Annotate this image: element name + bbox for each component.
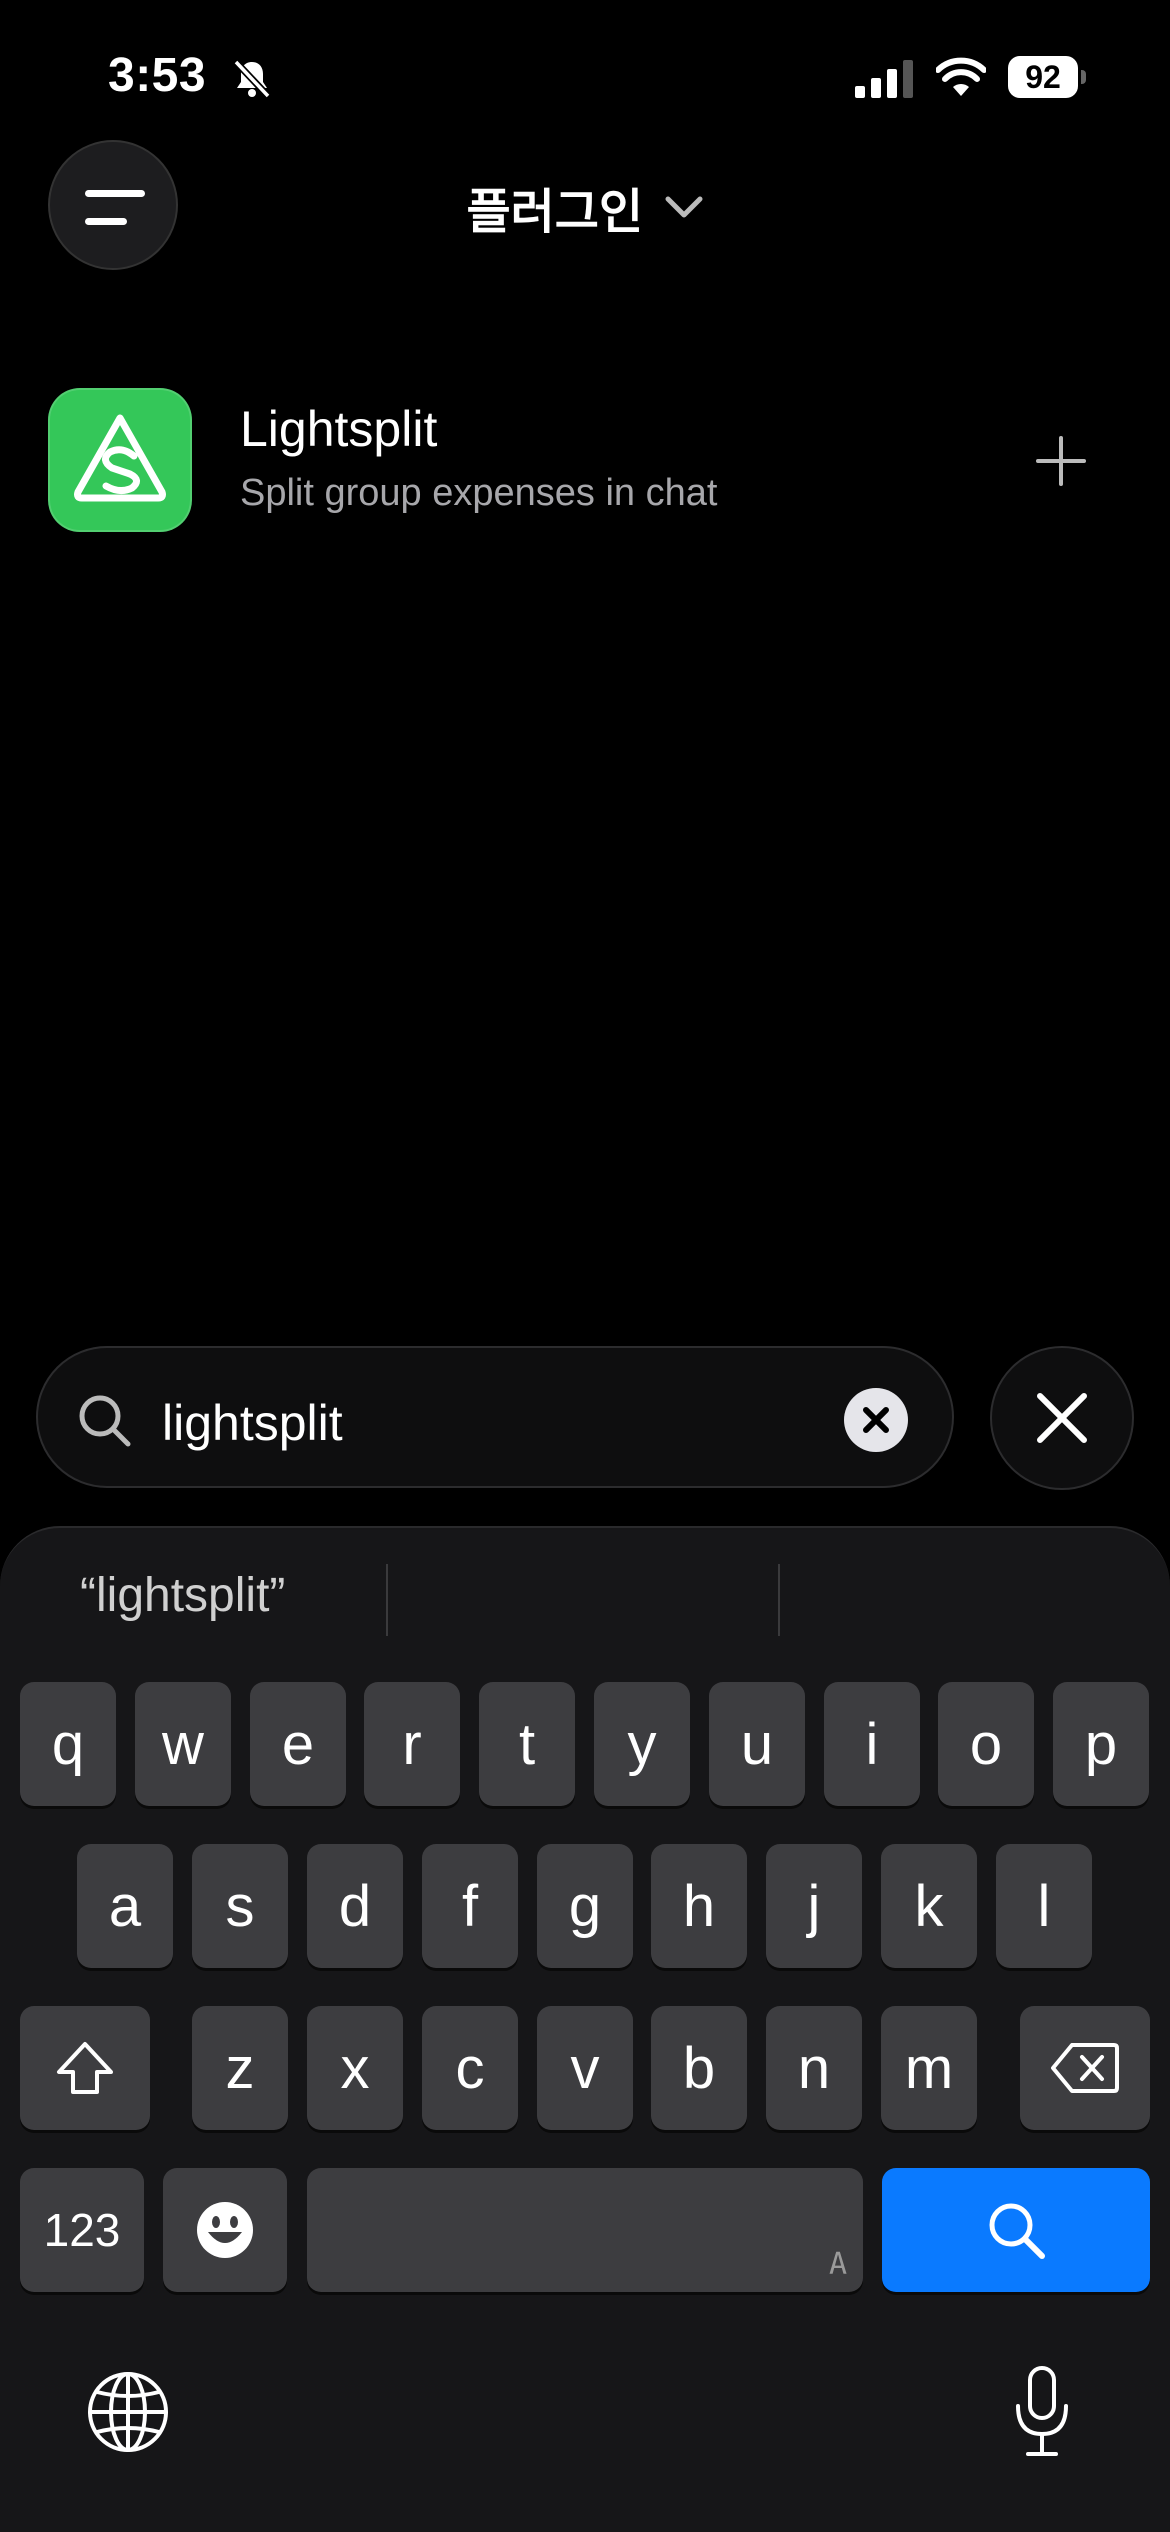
chevron-down-icon	[665, 196, 703, 218]
backspace-icon	[1051, 2043, 1119, 2093]
suggestion-item[interactable]: “lightsplit”	[80, 1568, 285, 1623]
key-w[interactable]: w	[135, 1682, 231, 1806]
battery-indicator: 92	[1008, 56, 1088, 98]
lightsplit-app-icon	[48, 388, 192, 532]
key-h[interactable]: h	[651, 1844, 747, 1968]
numbers-key[interactable]: 123	[20, 2168, 144, 2292]
wifi-icon	[936, 57, 986, 96]
shift-icon	[57, 2042, 113, 2094]
shift-key[interactable]	[20, 2006, 150, 2130]
page-title: 플러그인	[466, 186, 644, 239]
clear-search-button[interactable]	[844, 1388, 908, 1452]
key-v[interactable]: v	[537, 2006, 633, 2130]
key-o[interactable]: o	[938, 1682, 1034, 1806]
key-i[interactable]: i	[824, 1682, 920, 1806]
key-c[interactable]: c	[422, 2006, 518, 2130]
clear-icon	[863, 1407, 889, 1433]
backspace-key[interactable]	[1020, 2006, 1150, 2130]
key-g[interactable]: g	[537, 1844, 633, 1968]
key-l[interactable]: l	[996, 1844, 1092, 1968]
status-time: 3:53	[108, 49, 207, 102]
search-input[interactable]: lightsplit	[162, 1394, 343, 1452]
microphone-icon[interactable]	[1010, 2364, 1074, 2460]
key-d[interactable]: d	[307, 1844, 403, 1968]
cellular-signal-icon	[855, 60, 913, 98]
suggestion-divider	[778, 1564, 780, 1636]
key-a[interactable]: a	[77, 1844, 173, 1968]
key-t[interactable]: t	[479, 1682, 575, 1806]
key-u[interactable]: u	[709, 1682, 805, 1806]
key-m[interactable]: m	[881, 2006, 977, 2130]
key-z[interactable]: z	[192, 2006, 288, 2130]
plugin-name: Lightsplit	[240, 401, 438, 457]
key-q[interactable]: q	[20, 1682, 116, 1806]
key-f[interactable]: f	[422, 1844, 518, 1968]
search-key[interactable]	[882, 2168, 1150, 2292]
key-b[interactable]: b	[651, 2006, 747, 2130]
battery-level: 92	[1008, 56, 1078, 98]
plugin-description: Split group expenses in chat	[240, 472, 718, 514]
globe-icon[interactable]	[84, 2368, 172, 2456]
search-icon	[79, 1395, 131, 1447]
add-plugin-button[interactable]	[1032, 432, 1090, 490]
space-key-mark: A	[828, 2247, 847, 2282]
title-dropdown[interactable]: 플러그인	[0, 172, 1170, 242]
emoji-icon	[197, 2202, 253, 2258]
key-y[interactable]: y	[594, 1682, 690, 1806]
key-n[interactable]: n	[766, 2006, 862, 2130]
emoji-key[interactable]	[163, 2168, 287, 2292]
search-icon	[989, 2203, 1045, 2259]
key-s[interactable]: s	[192, 1844, 288, 1968]
close-search-button[interactable]	[990, 1346, 1134, 1490]
key-x[interactable]: x	[307, 2006, 403, 2130]
key-r[interactable]: r	[364, 1682, 460, 1806]
close-icon	[1037, 1393, 1087, 1443]
key-e[interactable]: e	[250, 1682, 346, 1806]
lightsplit-logo-icon	[74, 414, 166, 502]
space-key[interactable]: A	[307, 2168, 863, 2292]
suggestion-divider	[386, 1564, 388, 1636]
key-j[interactable]: j	[766, 1844, 862, 1968]
key-k[interactable]: k	[881, 1844, 977, 1968]
key-p[interactable]: p	[1053, 1682, 1149, 1806]
silent-bell-icon	[233, 59, 271, 99]
